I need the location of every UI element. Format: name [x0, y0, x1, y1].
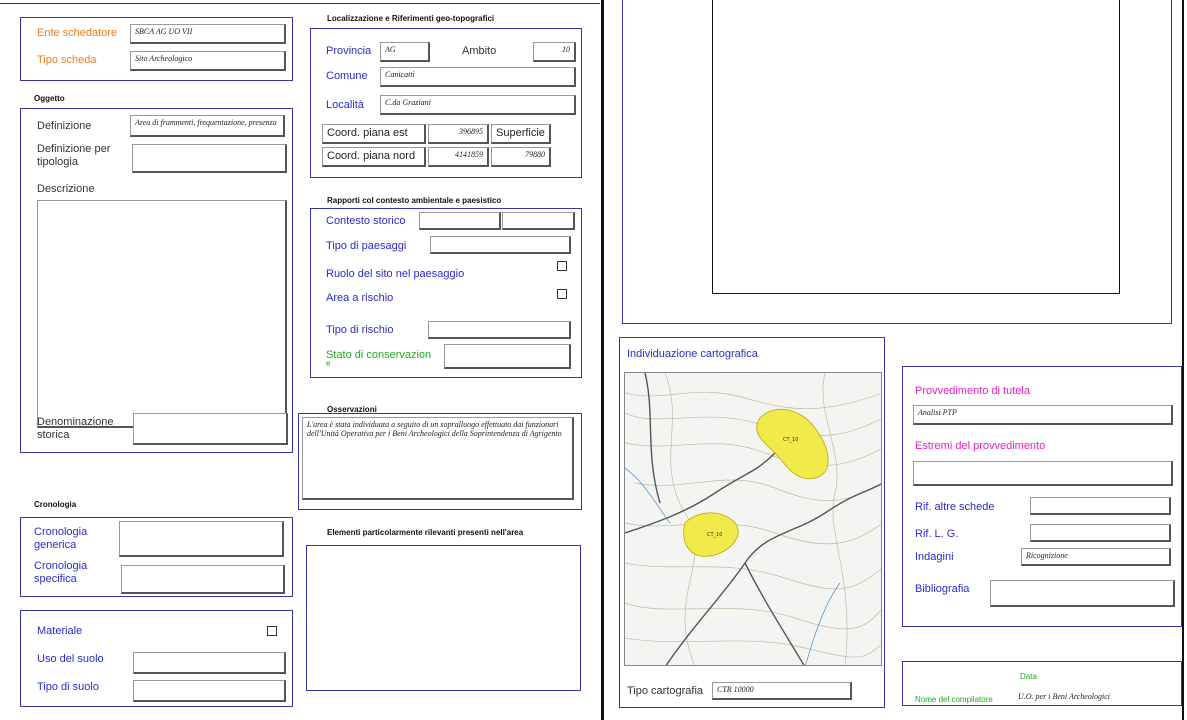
cronologia-specifica-label-1: Cronologia — [34, 560, 88, 572]
stato-field[interactable] — [444, 344, 571, 369]
tipo-cartografia-label: Tipo cartografia — [627, 685, 704, 697]
data-label: Data — [1020, 672, 1037, 681]
rif-schede-label: Rif. altre schede — [915, 501, 995, 513]
area-rischio-checkbox[interactable] — [557, 289, 567, 299]
provvedimento-label: Provvedimento di tutela — [915, 385, 1030, 397]
superficie-labelbox: Superficie — [491, 124, 551, 144]
ruolo-checkbox[interactable] — [557, 261, 567, 271]
nome-compilatore-label: Nome del compilatore — [915, 695, 993, 704]
tipo-rischio-field[interactable] — [428, 321, 571, 339]
provincia-field[interactable]: AG — [380, 42, 430, 62]
definizione-field[interactable]: Area di frammenti, frequentazione, prese… — [130, 115, 285, 137]
osservazioni-field[interactable]: L'area è stata individuata a seguito di … — [302, 417, 574, 500]
coord-nord-label: Coord. piana nord — [327, 150, 416, 162]
page-edge-right — [1182, 0, 1184, 720]
svg-text:CT_10: CT_10 — [707, 532, 722, 538]
elementi-title: Elementi particolarmente rilevanti prese… — [327, 528, 524, 537]
nome-compilatore-value[interactable]: U.O. per i Beni Archeologici — [1018, 692, 1110, 701]
ruolo-label: Ruolo del sito nel paesaggio — [326, 268, 465, 280]
estremi-field[interactable] — [913, 461, 1173, 486]
tipo-suolo-field[interactable] — [133, 680, 286, 702]
indagini-field[interactable]: Ricognizione — [1021, 548, 1171, 566]
contesto-label: Contesto storico — [326, 215, 406, 227]
rif-schede-field[interactable] — [1030, 497, 1171, 515]
tipo-suolo-label: Tipo di suolo — [37, 681, 99, 693]
coord-est-labelbox: Coord. piana est — [322, 124, 426, 144]
bibliografia-field[interactable] — [990, 580, 1175, 607]
topographic-map: CT_10 CT_10 — [625, 373, 881, 665]
bibliografia-label: Bibliografia — [915, 583, 970, 595]
tipo-cartografia-field[interactable]: CTR 10000 — [712, 682, 852, 700]
provincia-label: Provincia — [326, 45, 372, 57]
ambito-label: Ambito — [462, 45, 497, 57]
coord-nord-field[interactable]: 4141859 — [428, 147, 489, 167]
contesto-field-1[interactable] — [419, 212, 501, 230]
cronologia-specifica-label-2: specifica — [34, 573, 77, 585]
uso-suolo-field[interactable] — [133, 652, 286, 674]
map-site-1 — [756, 409, 829, 480]
indagini-label: Indagini — [915, 551, 954, 563]
svg-text:CT_10: CT_10 — [783, 437, 798, 443]
superficie-field[interactable]: 79880 — [491, 147, 551, 167]
estremi-label: Estremi del provvedimento — [915, 440, 1046, 452]
map-image: CT_10 CT_10 — [624, 372, 882, 666]
coord-est-field[interactable]: 396895 — [428, 124, 489, 144]
paesaggi-field[interactable] — [430, 236, 571, 254]
cronologia-generica-label-1: Cronologia — [34, 526, 88, 538]
materiale-checkbox[interactable] — [267, 626, 277, 636]
ambito-field[interactable]: 10 — [533, 42, 576, 62]
elementi-box — [306, 545, 581, 691]
uso-suolo-label: Uso del suolo — [37, 653, 104, 665]
localita-field[interactable]: C.da Graziani — [380, 95, 576, 115]
localita-label: Località — [326, 99, 364, 111]
localizzazione-title: Localizzazione e Riferimenti geo-topogra… — [327, 14, 495, 23]
descrizione-field[interactable] — [37, 200, 287, 428]
materiale-label: Materiale — [37, 625, 83, 637]
cronologia-generica-label-2: generica — [34, 539, 77, 551]
ente-field[interactable]: SBCA AG UO VII — [130, 24, 286, 44]
rif-lg-field[interactable] — [1030, 524, 1171, 542]
cronologia-title: Cronologia — [34, 500, 77, 509]
cronologia-specifica-field[interactable] — [121, 565, 285, 594]
oggetto-title: Oggetto — [34, 94, 65, 103]
denominazione-label-1: Denominazione — [37, 416, 114, 428]
coord-est-label: Coord. piana est — [327, 127, 408, 139]
def-tipologia-label-2: tipologia — [37, 156, 78, 168]
cronologia-generica-field[interactable] — [119, 521, 284, 557]
photo-placeholder — [712, 0, 1120, 294]
def-tipologia-label-1: Definizione per — [37, 143, 111, 155]
top-strip-left — [0, 0, 600, 4]
rapporti-title: Rapporti col contesto ambientale e paesi… — [327, 196, 502, 205]
def-tipologia-field[interactable] — [132, 144, 287, 173]
cartografia-title: Individuazione cartografica — [627, 348, 758, 360]
tipo-scheda-field[interactable]: Sito Archeologico — [130, 51, 286, 71]
tipo-rischio-label: Tipo di rischio — [326, 324, 394, 336]
comune-label: Comune — [326, 70, 368, 82]
ente-label: Ente schedatore — [37, 27, 118, 39]
descrizione-label: Descrizione — [37, 183, 95, 195]
denominazione-label-2: storica — [37, 429, 70, 441]
tipo-scheda-label: Tipo scheda — [37, 54, 97, 66]
paesaggi-label: Tipo di paesaggi — [326, 240, 407, 252]
comune-field[interactable]: Canicattì — [380, 67, 576, 87]
stato-label: Stato di conservazion — [326, 349, 432, 361]
coord-nord-labelbox: Coord. piana nord — [322, 147, 426, 167]
page-divider — [601, 0, 604, 720]
area-rischio-label: Area a rischio — [326, 292, 394, 304]
rif-lg-label: Rif. L. G. — [915, 528, 959, 540]
denominazione-field[interactable] — [133, 413, 288, 445]
stato-label-2: e — [326, 359, 331, 368]
superficie-label: Superficie — [496, 127, 545, 139]
definizione-label: Definizione — [37, 120, 92, 132]
provvedimento-field[interactable]: Analisi PTP — [913, 405, 1173, 425]
contesto-field-2[interactable] — [502, 212, 575, 230]
